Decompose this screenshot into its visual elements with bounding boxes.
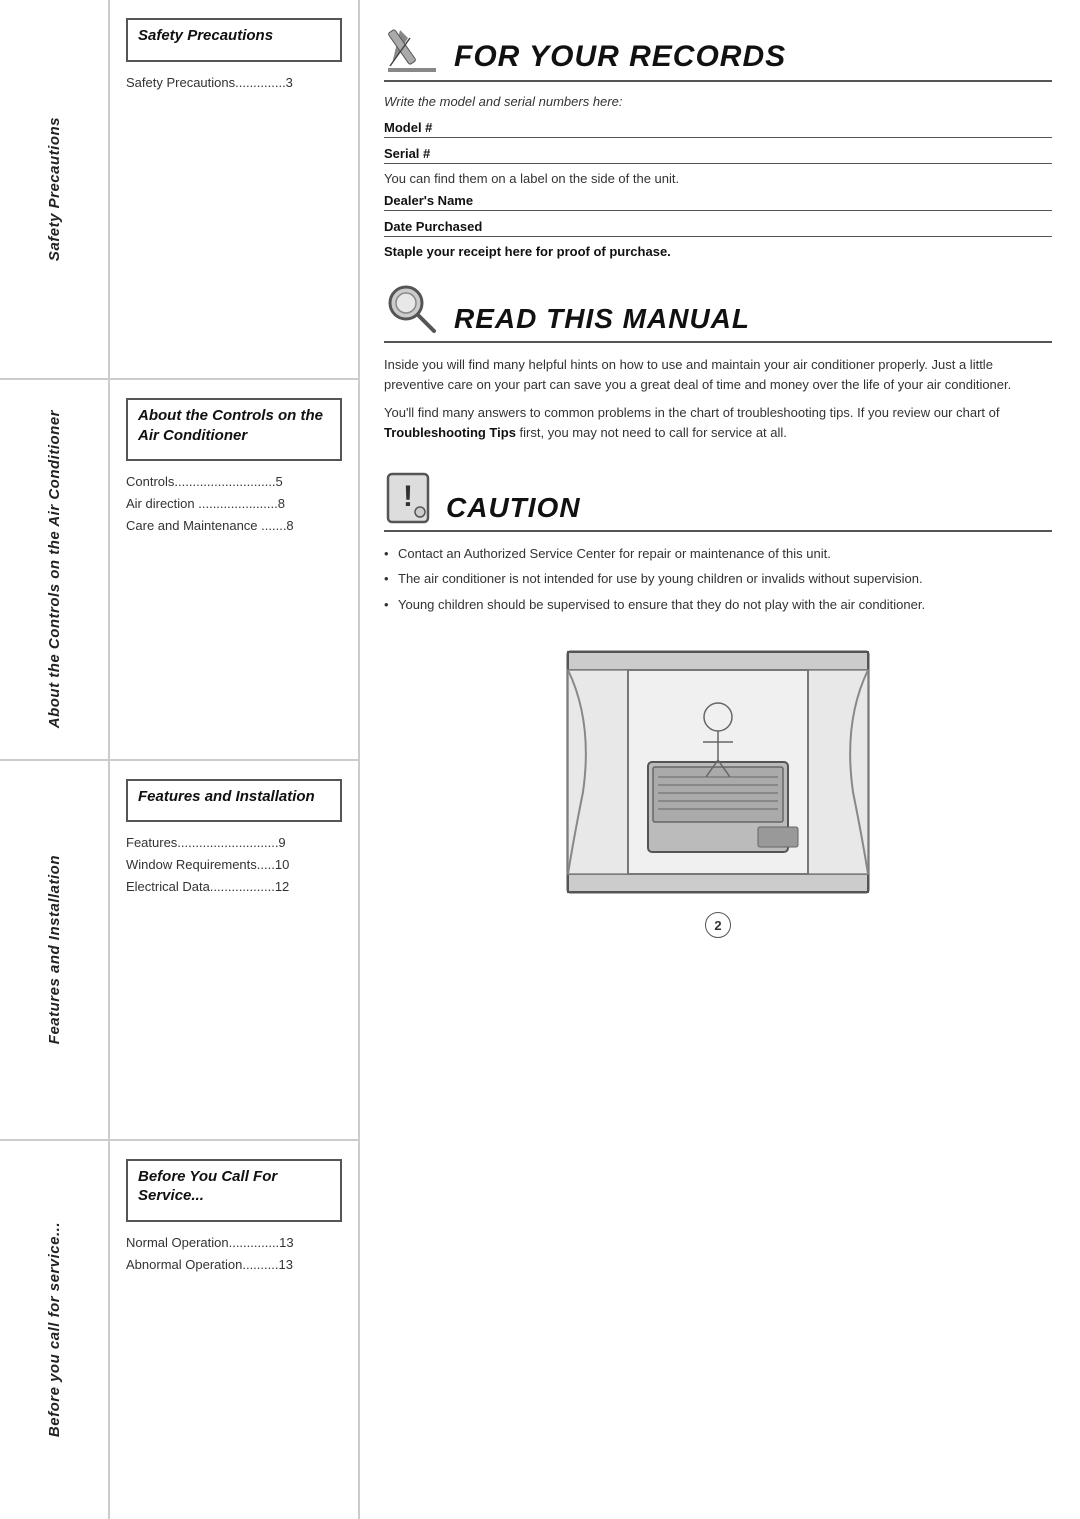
toc-item-features-3: Electrical Data..................12 [126, 876, 342, 898]
fyr-serial-label: Serial # [384, 146, 430, 161]
rtm-header: READ THIS MANUAL [384, 281, 1052, 343]
toc-item-features-2: Window Requirements.....10 [126, 854, 342, 876]
illustration-area [384, 642, 1052, 902]
toc-box-safety: Safety Precautions [126, 18, 342, 62]
rtm-title: READ THIS MANUAL [454, 305, 750, 337]
sidebar-label-features: Features and Installation [46, 855, 63, 1044]
pen-icon [384, 20, 440, 76]
caution-item-3: Young children should be supervised to e… [384, 595, 1052, 615]
fyr-dealer-label: Dealer's Name [384, 193, 473, 208]
section-caution: ! CAUTION Contact an Authorized Service … [384, 470, 1052, 621]
page-number: 2 [705, 912, 731, 938]
toc-title-features: Features and Installation [138, 787, 330, 807]
fyr-serial-field: Serial # [384, 145, 1052, 164]
toc-item-controls-1: Controls............................5 [126, 471, 342, 493]
rtm-para-1: Inside you will find many helpful hints … [384, 355, 1052, 395]
caution-header: ! CAUTION [384, 470, 1052, 532]
toc-title-controls: About the Controls on the Air Conditione… [138, 406, 330, 445]
toc-box-controls: About the Controls on the Air Conditione… [126, 398, 342, 461]
toc-item-features-1: Features............................9 [126, 832, 342, 854]
toc-section-service: Before You Call For Service... Normal Op… [110, 1141, 358, 1519]
fyr-header: FOR YOUR RECORDS [384, 20, 1052, 82]
page-number-area: 2 [384, 912, 1052, 938]
sidebar-section-service: Before you call for service... [0, 1141, 108, 1519]
sidebar-section-features: Features and Installation [0, 761, 108, 1141]
main-content: FOR YOUR RECORDS Write the model and ser… [360, 0, 1080, 1519]
fyr-subtitle: Write the model and serial numbers here: [384, 94, 1052, 109]
toc-item-controls-2: Air direction ......................8 [126, 493, 342, 515]
toc-box-service: Before You Call For Service... [126, 1159, 342, 1222]
section-for-your-records: FOR YOUR RECORDS Write the model and ser… [384, 20, 1052, 259]
caution-item-1: Contact an Authorized Service Center for… [384, 544, 1052, 564]
fyr-date-label: Date Purchased [384, 219, 482, 234]
toc-section-safety: Safety Precautions Safety Precautions...… [110, 0, 358, 380]
toc-title-safety: Safety Precautions [138, 26, 330, 46]
svg-text:!: ! [403, 480, 413, 513]
sidebar-section-controls: About the Controls on the Air Conditione… [0, 380, 108, 760]
window-ac-illustration [558, 642, 878, 902]
toc-title-service: Before You Call For Service... [138, 1167, 330, 1206]
toc-box-features: Features and Installation [126, 779, 342, 823]
sidebar-label-service: Before you call for service... [46, 1222, 63, 1437]
toc-item-service-1: Normal Operation..............13 [126, 1232, 342, 1254]
sidebar-label-safety: Safety Precautions [46, 117, 63, 261]
fyr-model-label: Model # [384, 120, 432, 135]
toc-item-service-2: Abnormal Operation..........13 [126, 1254, 342, 1276]
fyr-staple-text: Staple your receipt here for proof of pu… [384, 244, 1052, 259]
toc-section-controls: About the Controls on the Air Conditione… [110, 380, 358, 760]
caution-list: Contact an Authorized Service Center for… [384, 544, 1052, 615]
sidebar: Safety Precautions About the Controls on… [0, 0, 110, 1519]
magnify-icon [384, 281, 440, 337]
section-read-this-manual: READ THIS MANUAL Inside you will find ma… [384, 281, 1052, 452]
toc-item-safety-1: Safety Precautions..............3 [126, 72, 342, 94]
sidebar-section-safety: Safety Precautions [0, 0, 108, 380]
rtm-para-2: You'll find many answers to common probl… [384, 403, 1052, 443]
fyr-model-field: Model # [384, 119, 1052, 138]
toc-section-features: Features and Installation Features......… [110, 761, 358, 1141]
rtm-bold: Troubleshooting Tips [384, 425, 516, 440]
fyr-find-text: You can find them on a label on the side… [384, 171, 1052, 186]
fyr-dealer-field: Dealer's Name [384, 192, 1052, 211]
toc-panel: Safety Precautions Safety Precautions...… [110, 0, 360, 1519]
caution-title: CAUTION [446, 494, 581, 526]
fyr-date-field: Date Purchased [384, 218, 1052, 237]
caution-icon: ! [384, 470, 432, 526]
caution-item-2: The air conditioner is not intended for … [384, 569, 1052, 589]
sidebar-label-controls: About the Controls on the Air Conditione… [46, 410, 63, 728]
toc-item-controls-3: Care and Maintenance .......8 [126, 515, 342, 537]
fyr-title: FOR YOUR RECORDS [454, 42, 786, 76]
